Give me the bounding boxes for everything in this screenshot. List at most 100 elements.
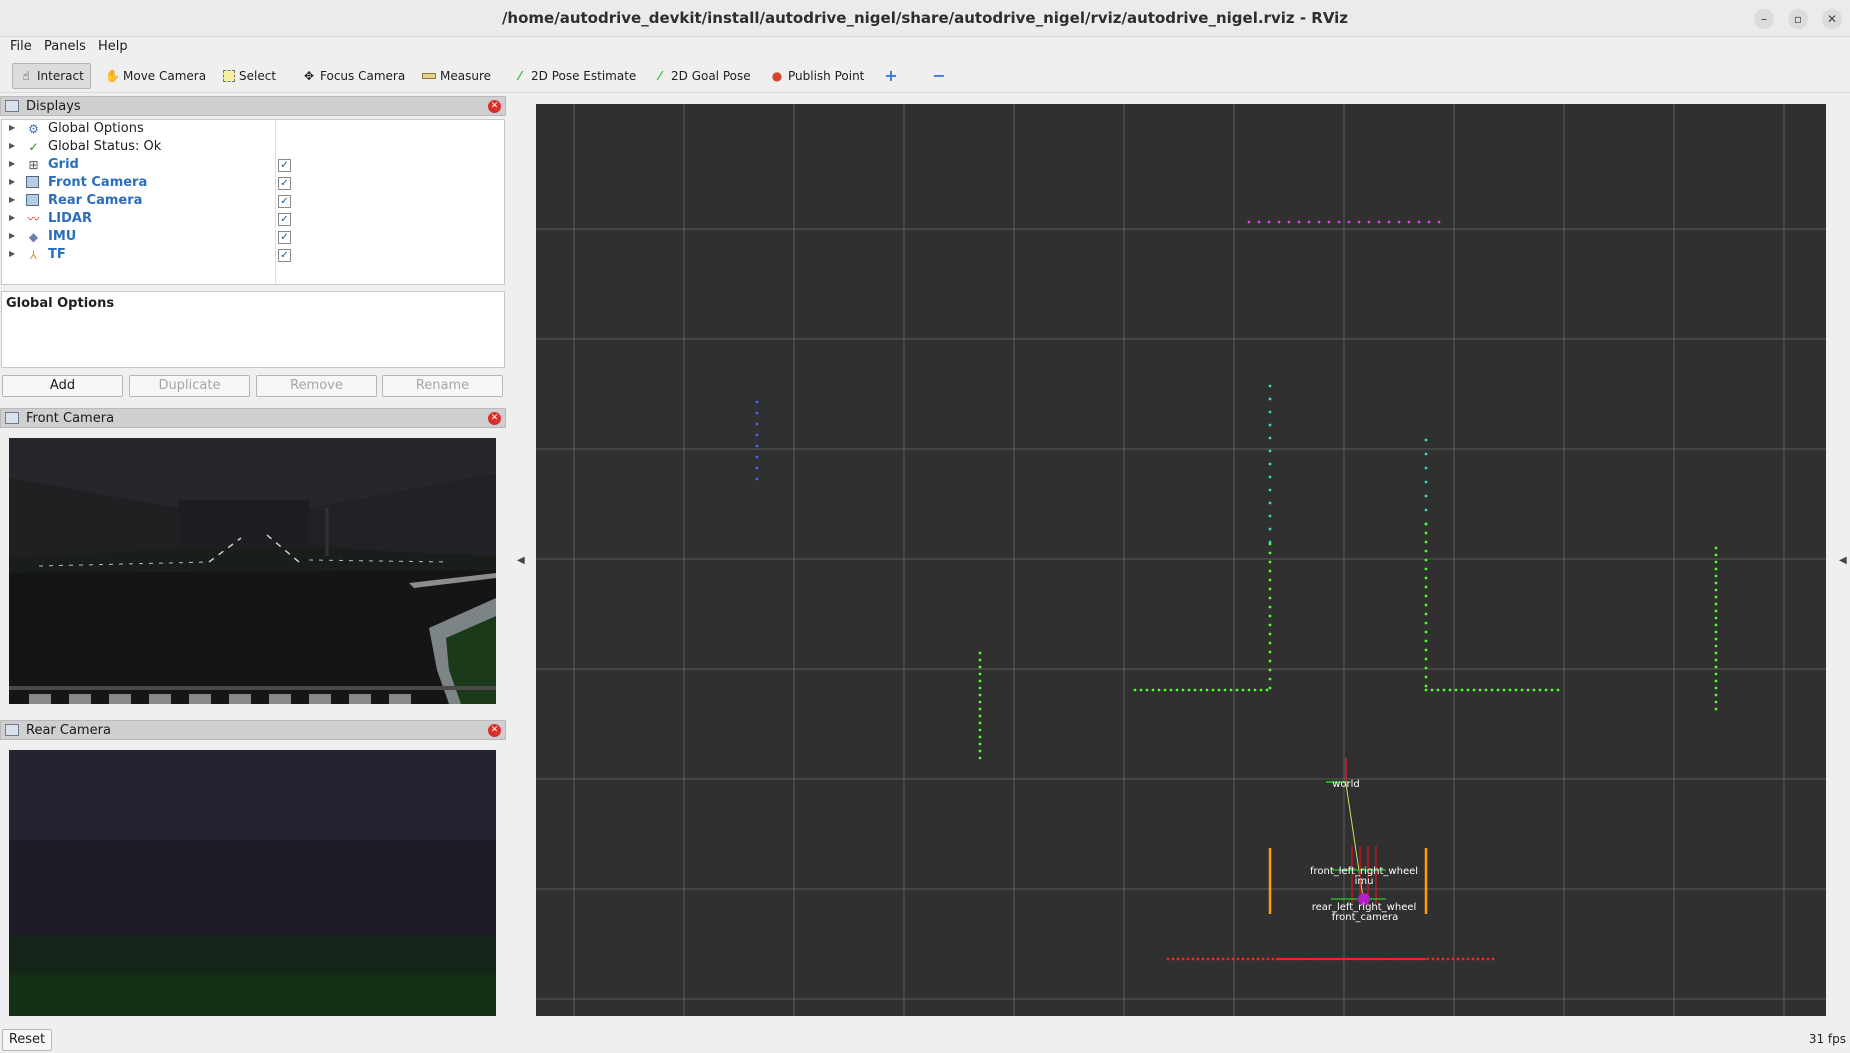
tree-item-label: Global Status: Ok [48, 139, 162, 154]
expand-arrow-icon[interactable]: ▶ [9, 123, 15, 132]
lidar-point [978, 728, 982, 732]
checkmark-icon: ✓ [28, 140, 39, 154]
lidar-checkbox[interactable]: ✓ [278, 213, 291, 226]
menu-panels[interactable]: Panels [44, 39, 86, 54]
lidar-point [1327, 220, 1331, 224]
imu-checkbox[interactable]: ✓ [278, 231, 291, 244]
lidar-point [1169, 688, 1173, 692]
move-camera-tool[interactable]: ✋ Move Camera [98, 63, 213, 89]
front-camera-checkbox[interactable]: ✓ [278, 177, 291, 190]
pose-estimate-label: 2D Pose Estimate [531, 69, 637, 83]
close-icon[interactable]: ✕ [488, 412, 501, 425]
expand-arrow-icon[interactable]: ▶ [9, 141, 15, 150]
tree-item-label: LIDAR [48, 211, 92, 226]
measure-tool[interactable]: Measure [415, 63, 498, 89]
tree-item-grid[interactable]: ▶ ⊞ Grid ✓ [2, 156, 502, 174]
select-tool[interactable]: Select [216, 63, 283, 89]
duplicate-button[interactable]: Duplicate [129, 375, 250, 397]
expand-arrow-icon[interactable]: ▶ [9, 159, 15, 168]
lidar-point [1714, 630, 1718, 634]
lidar-point [1544, 688, 1548, 692]
lidar-point [1476, 957, 1480, 961]
lidar-point [1247, 220, 1251, 224]
lidar-point [1424, 558, 1428, 562]
tree-item-imu[interactable]: ▶ ◆ IMU ✓ [2, 228, 502, 246]
grid-checkbox[interactable]: ✓ [278, 159, 291, 172]
lidar-point [1448, 688, 1452, 692]
lidar-point [1241, 957, 1245, 961]
expand-arrow-icon[interactable]: ▶ [9, 195, 15, 204]
expand-arrow-icon[interactable]: ▶ [9, 249, 15, 258]
lidar-point [1163, 688, 1167, 692]
close-icon[interactable]: ✕ [488, 100, 501, 113]
expand-arrow-icon[interactable]: ▶ [9, 213, 15, 222]
publish-point-tool[interactable]: ● Publish Point [763, 63, 871, 89]
rename-button[interactable]: Rename [382, 375, 503, 397]
lidar-point [1424, 522, 1428, 526]
remove-tool-button[interactable]: − [925, 63, 953, 89]
close-button[interactable]: ✕ [1822, 9, 1842, 29]
add-button[interactable]: Add [2, 375, 123, 397]
lidar-point [1247, 688, 1251, 692]
tree-item-rear-camera[interactable]: ▶ Rear Camera ✓ [2, 192, 502, 210]
focus-crosshair-icon: ✥ [303, 69, 315, 83]
tree-item-lidar[interactable]: ▶ 〰 LIDAR ✓ [2, 210, 502, 228]
lidar-point [1268, 410, 1272, 414]
plus-icon: + [884, 66, 898, 85]
lidar-point [1231, 957, 1235, 961]
lidar-point [1268, 462, 1272, 466]
lidar-point [1268, 596, 1272, 600]
measure-label: Measure [440, 69, 491, 83]
lidar-point [1424, 508, 1428, 512]
lidar-point [1133, 688, 1137, 692]
collapse-right-arrow-icon[interactable]: ◀ [1839, 555, 1847, 566]
lidar-point [1181, 688, 1185, 692]
goal-pose-tool[interactable]: ⁄ 2D Goal Pose [646, 63, 758, 89]
lidar-point [978, 658, 982, 662]
menu-bar: File Panels Help [0, 37, 1850, 59]
lidar-point [1714, 567, 1718, 571]
close-icon[interactable]: ✕ [488, 724, 501, 737]
lidar-point [1424, 438, 1428, 442]
lidar-point [1478, 688, 1482, 692]
lidar-point [978, 693, 982, 697]
lidar-point [1714, 574, 1718, 578]
3d-scene[interactable]: worldfront_left_right_wheelimurear_left_… [536, 104, 1826, 1016]
3d-viewport[interactable]: world front_left_right_wheel imu rear_left_… [536, 104, 1826, 1016]
lidar-point [1187, 688, 1191, 692]
rear-camera-checkbox[interactable]: ✓ [278, 195, 291, 208]
pose-estimate-tool[interactable]: ⁄ 2D Pose Estimate [506, 63, 643, 89]
tf-label-front-camera: front_camera [1332, 912, 1399, 923]
displays-tree: ▶ ⚙ Global Options ▶ ✓ Global Status: Ok… [1, 119, 505, 285]
expand-arrow-icon[interactable]: ▶ [9, 177, 15, 186]
tree-item-global-status[interactable]: ▶ ✓ Global Status: Ok [2, 138, 502, 156]
tree-item-tf[interactable]: ▶ ⅄ TF ✓ [2, 246, 502, 264]
lidar-point [1268, 384, 1272, 388]
tf-checkbox[interactable]: ✓ [278, 249, 291, 262]
tree-item-front-camera[interactable]: ▶ Front Camera ✓ [2, 174, 502, 192]
add-tool-button[interactable]: + [877, 63, 905, 89]
lidar-point [1424, 688, 1428, 692]
reset-button[interactable]: Reset [2, 1029, 52, 1051]
focus-camera-tool[interactable]: ✥ Focus Camera [295, 63, 412, 89]
tree-item-global-options[interactable]: ▶ ⚙ Global Options [2, 120, 502, 138]
tree-item-label: Grid [48, 157, 79, 172]
image-icon [26, 194, 39, 206]
lidar-point [1460, 688, 1464, 692]
remove-button[interactable]: Remove [256, 375, 377, 397]
maximize-button[interactable]: ▫ [1788, 9, 1808, 29]
lidar-point [1268, 650, 1272, 654]
lidar-point [1424, 466, 1428, 470]
lidar-point [755, 466, 759, 470]
menu-file[interactable]: File [10, 39, 32, 54]
lidar-point [1424, 594, 1428, 598]
minimize-button[interactable]: – [1754, 9, 1774, 29]
interact-tool[interactable]: ☝ Interact [12, 63, 91, 89]
collapse-left-arrow-icon[interactable]: ◀ [517, 555, 525, 566]
menu-help[interactable]: Help [98, 39, 128, 54]
lidar-point [1241, 688, 1245, 692]
lidar-point [1424, 675, 1428, 679]
lidar-point [1426, 957, 1430, 961]
lidar-point [1714, 651, 1718, 655]
expand-arrow-icon[interactable]: ▶ [9, 231, 15, 240]
